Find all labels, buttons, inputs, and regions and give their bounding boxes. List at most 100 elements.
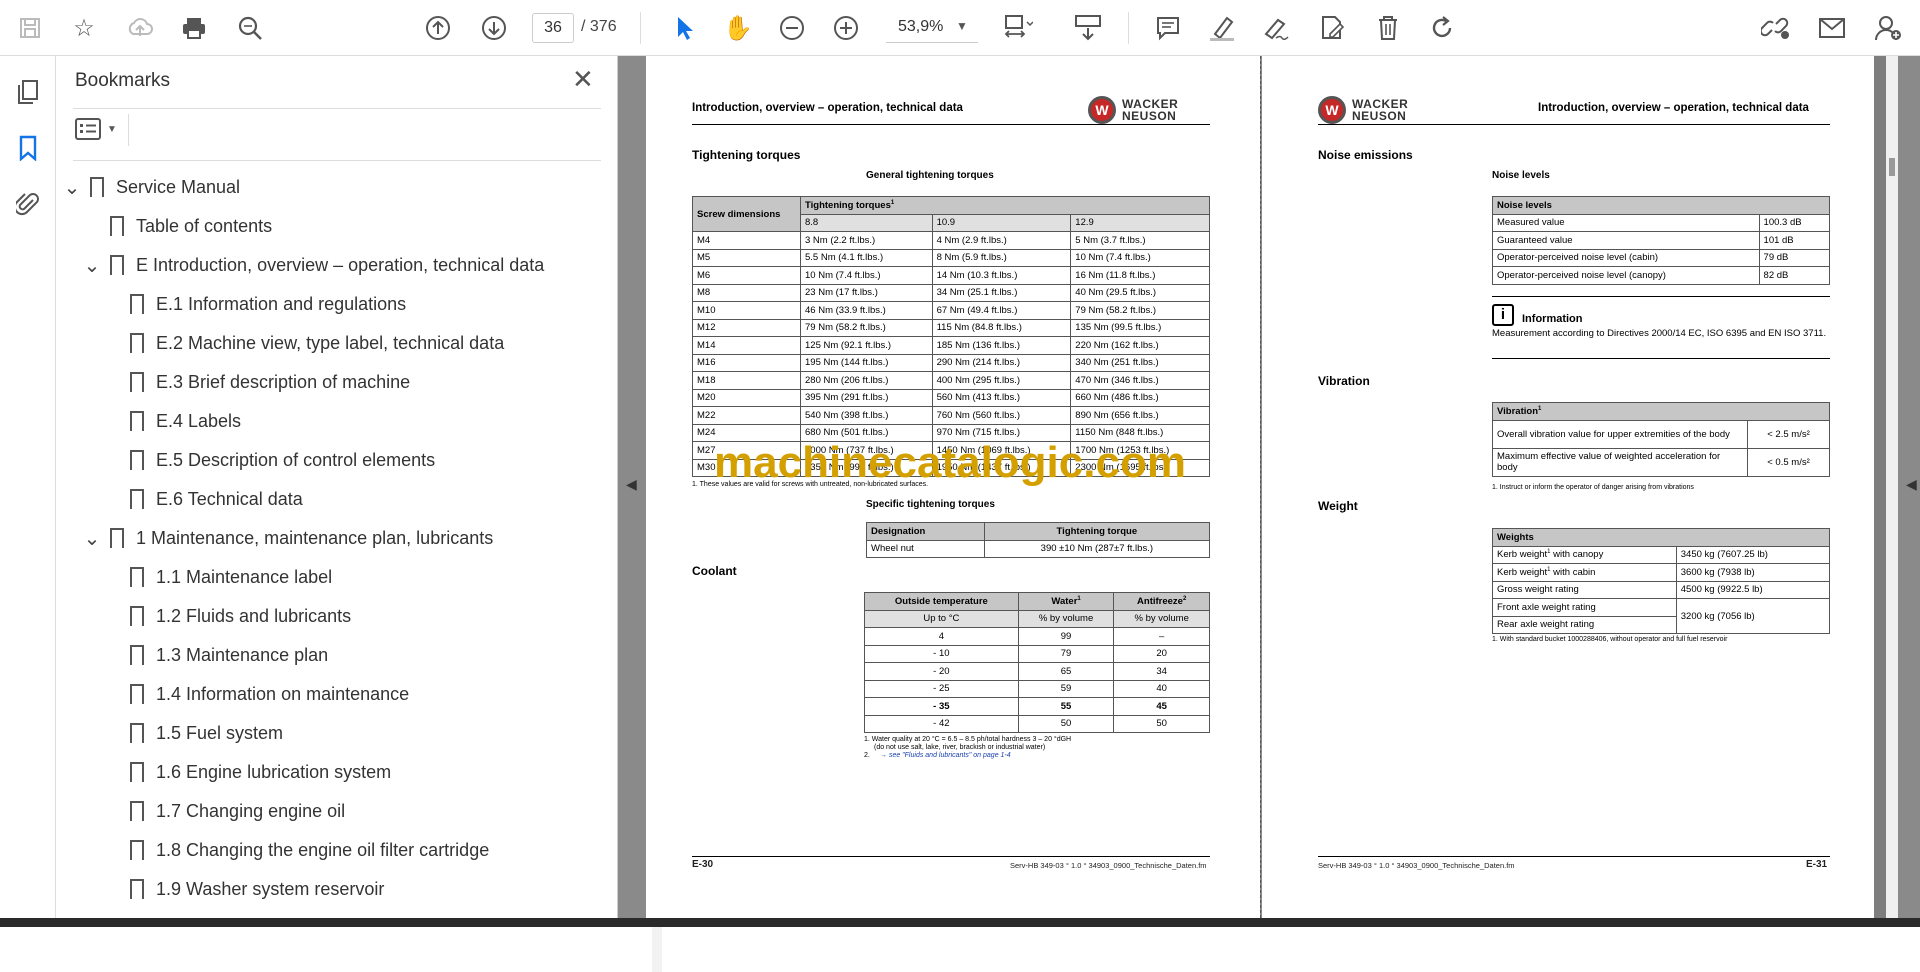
zoom-out-icon[interactable] — [774, 10, 810, 46]
close-icon[interactable]: ✕ — [572, 64, 594, 95]
page-down-icon[interactable] — [476, 10, 512, 46]
divider — [73, 160, 601, 161]
bookmark-item[interactable]: 1.1 Maintenance label — [120, 560, 332, 594]
table-row: Kerb weight1 with canopy 3450 kg (7607.25… — [1492, 545, 1831, 564]
wacker-neuson-logo: W WACKER NEUSON — [1088, 96, 1178, 124]
file-name: Serv-HB 349-03 ° 1.0 ° 34903_0900_Techni… — [1318, 861, 1515, 870]
table-cell: Measured value — [1492, 213, 1760, 232]
sign-icon[interactable] — [1258, 10, 1294, 46]
bookmark-item[interactable]: 1.2 Fluids and lubricants — [120, 599, 351, 633]
bookmark-item[interactable]: E.6 Technical data — [120, 482, 303, 516]
table-row: M20 395 Nm (291 ft.lbs.) 560 Nm (413 ft.lb… — [692, 388, 1210, 407]
table-row: Kerb weight1 with cabin 3600 kg (7938 lb) — [1492, 563, 1831, 582]
bookmark-item[interactable]: E.2 Machine view, type label, technical … — [120, 326, 504, 360]
section-title: Coolant — [692, 564, 737, 578]
next-page-arrow-icon[interactable]: ◀ — [1906, 476, 1917, 493]
bookmark-item[interactable]: E.4 Labels — [120, 404, 241, 438]
hand-icon[interactable]: ✋ — [720, 10, 756, 46]
table-cell: Overall vibration value for upper extrem… — [1492, 419, 1748, 449]
table-row: Operator-perceived noise level (cabin) 79… — [1492, 248, 1831, 267]
table-cell: 101 dB — [1758, 231, 1831, 250]
info-icon: i — [1492, 304, 1514, 326]
chevron-down-icon[interactable]: ⌄ — [82, 253, 102, 278]
bookmark-item[interactable]: 1.6 Engine lubrication system — [120, 755, 391, 789]
bookmark-item[interactable]: 1.9 Washer system reservoir — [120, 872, 384, 906]
bookmark-item[interactable]: Table of contents — [100, 209, 272, 243]
info-box: i Information Measurement according to Di… — [1492, 304, 1830, 339]
select-arrow-icon[interactable] — [666, 10, 702, 46]
page-up-icon[interactable] — [420, 10, 456, 46]
table-cell: 135 Nm (99.5 ft.lbs.) — [1070, 318, 1210, 337]
page-divider — [1260, 56, 1261, 918]
bookmark-item[interactable]: 1.5 Fuel system — [120, 716, 283, 750]
table-cell: 40 Nm (29.5 ft.lbs.) — [1070, 283, 1210, 302]
bookmark-item[interactable]: 1.4 Information on maintenance — [120, 677, 409, 711]
table-cell: 82 dB — [1758, 266, 1831, 285]
table-header: Designation — [866, 522, 985, 541]
bookmark-item[interactable]: 1.8 Changing the engine oil filter cartr… — [120, 833, 489, 867]
bookmark-item[interactable]: ⌄ E Introduction, overview – operation, t… — [82, 248, 544, 282]
chevron-down-icon[interactable]: ⌄ — [62, 175, 82, 200]
bookmark-icon — [130, 294, 144, 316]
table-header: Noise levels — [1492, 196, 1830, 215]
upload-icon[interactable] — [122, 10, 158, 46]
rotate-icon[interactable] — [1424, 10, 1460, 46]
page-total: / 376 — [581, 18, 617, 35]
table-header: Weights — [1492, 528, 1830, 547]
bookmark-item[interactable]: ⌄ Service Manual — [62, 170, 240, 204]
cross-reference-link[interactable]: → see "Fluids and lubricants" on page 1-… — [880, 752, 1011, 759]
table-cell: M18 — [692, 371, 801, 390]
grade-header: 10.9 — [931, 213, 1072, 232]
star-icon[interactable]: ☆ — [66, 10, 102, 46]
table-row: Maximum effective value of weighted acce… — [1492, 447, 1830, 477]
toolbar: ☆ 36 / 376 ✋ 53,9% ▼ — [0, 0, 1920, 56]
chevron-down-icon[interactable]: ▼ — [956, 19, 968, 33]
attachment-icon[interactable] — [10, 186, 46, 222]
bookmark-item[interactable]: E.1 Information and regulations — [120, 287, 406, 321]
viewer-scrollbar[interactable] — [1886, 56, 1898, 918]
table-row: - 25 59 40 — [864, 679, 1210, 698]
pages-thumbnail-icon[interactable] — [10, 74, 46, 110]
bookmark-panel-icon[interactable] — [10, 130, 46, 166]
highlight-icon[interactable] — [1204, 10, 1240, 46]
bookmark-label: 1.8 Changing the engine oil filter cartr… — [156, 839, 490, 860]
fit-page-icon[interactable] — [1000, 10, 1036, 46]
bookmark-item[interactable]: E.5 Description of control elements — [120, 443, 435, 477]
zoom-search-icon[interactable] — [232, 10, 268, 46]
edit-pdf-icon[interactable] — [1314, 10, 1350, 46]
table-cell: 4 — [864, 627, 1019, 646]
add-user-icon[interactable] — [1870, 10, 1906, 46]
viewer-scrollbar-thumb[interactable] — [1889, 158, 1895, 176]
footer-rule — [1318, 856, 1830, 857]
mail-icon[interactable] — [1814, 10, 1850, 46]
info-title: Information — [1522, 313, 1583, 325]
section-title: Tightening torques — [692, 148, 801, 162]
delete-icon[interactable] — [1370, 10, 1406, 46]
table-row: - 10 79 20 — [864, 644, 1210, 663]
prev-page-arrow-icon[interactable]: ◀ — [626, 476, 637, 493]
zoom-in-icon[interactable] — [828, 10, 864, 46]
table-cell: 45 — [1113, 697, 1210, 716]
bookmark-label: E.6 Technical data — [156, 488, 303, 509]
table-cell: M5 — [692, 248, 801, 267]
save-icon[interactable] — [12, 10, 48, 46]
table-cell: 100.3 dB — [1758, 213, 1831, 232]
scroll-mode-icon[interactable] — [1070, 10, 1106, 46]
table-header: Tightening torque — [983, 522, 1211, 541]
bookmark-item[interactable]: E.3 Brief description of machine — [120, 365, 410, 399]
share-link-icon[interactable] — [1758, 10, 1794, 46]
print-icon[interactable] — [176, 10, 212, 46]
table-cell: 79 Nm (58.2 ft.lbs.) — [1070, 301, 1210, 320]
table-cell: 4 Nm (2.9 ft.lbs.) — [931, 231, 1072, 250]
comment-icon[interactable] — [1150, 10, 1186, 46]
bookmark-icon — [110, 216, 124, 238]
bookmark-icon — [130, 567, 144, 589]
table-cell: 79 — [1017, 644, 1115, 663]
bookmark-item[interactable]: ⌄ 1 Maintenance, maintenance plan, lubric… — [82, 521, 493, 555]
page-number-input[interactable]: 36 — [532, 13, 574, 43]
bookmark-options-button[interactable]: ▼ — [75, 114, 123, 144]
bookmark-label: 1.7 Changing engine oil — [156, 800, 346, 821]
bookmark-item[interactable]: 1.7 Changing engine oil — [120, 794, 345, 828]
chevron-down-icon[interactable]: ⌄ — [82, 526, 102, 551]
bookmark-item[interactable]: 1.3 Maintenance plan — [120, 638, 328, 672]
